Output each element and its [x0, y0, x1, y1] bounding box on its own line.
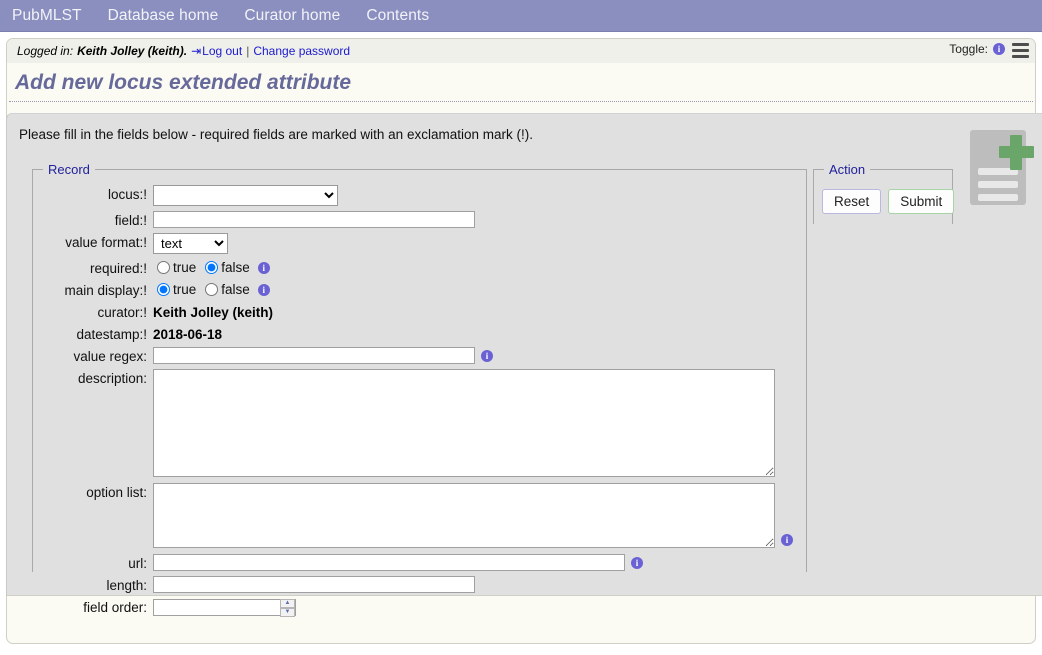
field-order-stepper[interactable]: ▲ ▼ [153, 598, 296, 617]
main-display-radio-true[interactable] [157, 283, 170, 296]
value-regex-label: value regex: [73, 349, 147, 364]
toggle-info-icon[interactable]: i [993, 43, 1005, 55]
title-divider [9, 101, 1033, 102]
curator-label: curator:! [97, 305, 147, 320]
toggle-label: Toggle: [949, 42, 988, 56]
change-password-link[interactable]: Change password [253, 44, 350, 58]
length-label: length: [106, 578, 147, 593]
hamburger-menu-icon[interactable] [1012, 43, 1029, 58]
main-display-true-label[interactable]: true [173, 282, 196, 297]
nav-item-pubmlst[interactable]: PubMLST [12, 7, 82, 25]
url-info-icon[interactable]: i [631, 556, 643, 569]
field-row-length: length: [33, 576, 806, 593]
field-row-datestamp: datestamp:! 2018-06-18 [33, 325, 806, 342]
curator-value: Keith Jolley (keith) [153, 305, 274, 320]
panel-bottom-divider [7, 595, 1042, 596]
url-label: url: [128, 556, 147, 571]
url-input[interactable] [153, 554, 625, 571]
datestamp-label: datestamp:! [76, 327, 147, 342]
form-instructions: Please fill in the fields below - requir… [19, 127, 533, 142]
option-list-label: option list: [86, 485, 147, 500]
record-rows: locus:! field:! value format:! text requ… [33, 185, 806, 621]
field-label: field:! [114, 213, 147, 228]
required-true-label[interactable]: true [173, 260, 196, 275]
datestamp-value: 2018-06-18 [153, 327, 223, 342]
required-false-label[interactable]: false [221, 260, 250, 275]
required-radio-group: true false i [153, 259, 270, 275]
add-document-icon [966, 126, 1034, 208]
field-order-label: field order: [83, 600, 147, 615]
stepper-down-icon[interactable]: ▼ [280, 608, 295, 617]
length-input[interactable] [153, 576, 475, 593]
field-row-field-order: field order: ▲ ▼ [33, 598, 806, 617]
field-row-value-format: value format:! text [33, 233, 806, 254]
submit-button[interactable]: Submit [888, 189, 955, 214]
nav-item-database-home[interactable]: Database home [108, 7, 219, 25]
log-out-link[interactable]: Log out [202, 44, 242, 58]
page-title: Add new locus extended attribute [7, 63, 1035, 101]
logged-in-label: Logged in: [17, 44, 74, 58]
main-display-info-icon[interactable]: i [257, 283, 270, 296]
locus-select[interactable] [153, 185, 338, 206]
field-row-description: description: [33, 369, 806, 477]
value-format-select[interactable]: text [153, 233, 228, 254]
logged-in-user: Keith Jolley (keith). [77, 44, 188, 58]
sign-out-icon: ⇥ [191, 44, 202, 58]
required-radio-true[interactable] [157, 261, 170, 274]
description-textarea[interactable] [153, 369, 775, 477]
hamburger-bar [1012, 43, 1029, 46]
field-row-value-regex: value regex: i [33, 347, 806, 364]
document-line [978, 194, 1018, 201]
main-display-radio-group: true false i [153, 281, 270, 297]
field-row-curator: curator:! Keith Jolley (keith) [33, 303, 806, 320]
toggle-control[interactable]: Toggle: i [949, 42, 1005, 56]
field-order-input[interactable] [153, 598, 296, 616]
document-line [978, 181, 1018, 188]
locus-label: locus:! [107, 187, 147, 202]
app-window: PubMLST Database home Curator home Conte… [0, 0, 1042, 655]
action-buttons: Reset Submit [822, 189, 955, 214]
field-input[interactable] [153, 211, 475, 228]
stepper-buttons[interactable]: ▲ ▼ [280, 599, 295, 617]
main-navigation: PubMLST Database home Curator home Conte… [0, 0, 1042, 32]
required-radio-false[interactable] [205, 261, 219, 274]
hamburger-bar [1012, 49, 1029, 52]
login-status-bar: Logged in: Keith Jolley (keith). ⇥ Log o… [7, 39, 1035, 63]
action-fieldset: Action Reset Submit [813, 162, 955, 224]
field-row-option-list: option list: i [33, 483, 806, 548]
value-regex-info-icon[interactable]: i [481, 349, 493, 362]
stepper-up-icon[interactable]: ▲ [280, 599, 295, 608]
action-legend: Action [829, 162, 866, 177]
value-regex-input[interactable] [153, 347, 475, 364]
main-display-radio-false[interactable] [205, 283, 219, 296]
field-row-locus: locus:! [33, 185, 806, 206]
form-panel: Please fill in the fields below - requir… [6, 113, 1042, 617]
option-list-textarea[interactable] [153, 483, 775, 548]
link-separator: | [246, 44, 250, 58]
record-legend: Record [48, 162, 90, 177]
main-display-false-label[interactable]: false [221, 282, 250, 297]
required-label: required:! [89, 261, 147, 276]
field-row-url: url: i [33, 554, 806, 571]
nav-item-curator-home[interactable]: Curator home [244, 7, 340, 25]
hamburger-bar [1012, 55, 1029, 58]
nav-item-contents[interactable]: Contents [366, 7, 429, 25]
plus-icon-vertical [1010, 135, 1022, 170]
main-display-label: main display:! [64, 283, 147, 298]
description-label: description: [77, 371, 147, 386]
option-list-info-icon[interactable]: i [781, 534, 793, 546]
field-row-required: required:! true false i [33, 259, 806, 276]
field-row-field: field:! [33, 211, 806, 228]
required-info-icon[interactable]: i [257, 261, 270, 274]
field-row-main-display: main display:! true false i [33, 281, 806, 298]
record-fieldset: Record locus:! field:! value format:! te… [32, 162, 807, 617]
reset-button[interactable]: Reset [822, 189, 882, 214]
value-format-label: value format:! [65, 235, 147, 250]
